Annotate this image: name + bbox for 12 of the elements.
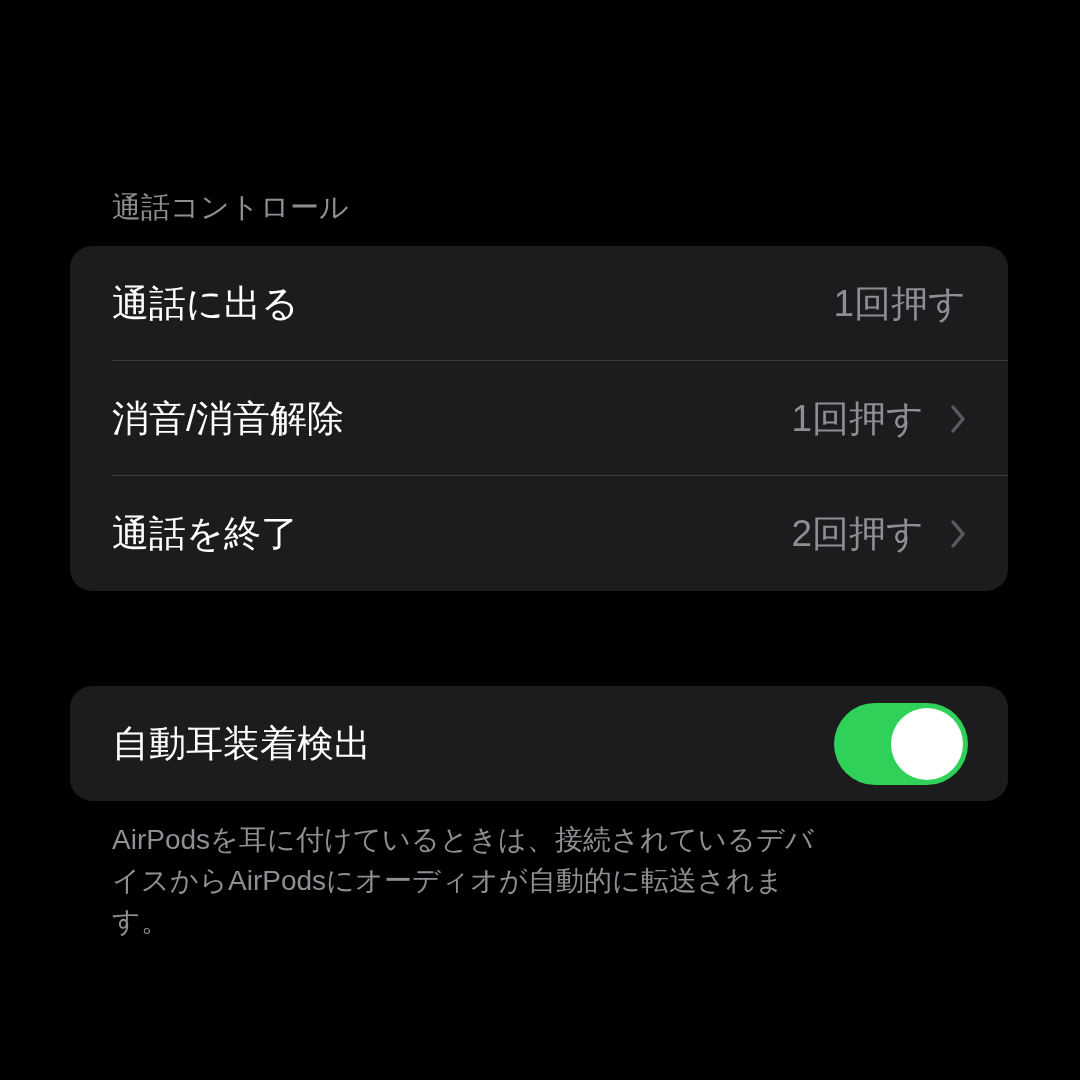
setting-label: 消音/消音解除 [112,396,346,441]
setting-label: 自動耳装着検出 [112,721,372,766]
footnote-text: AirPodsを耳に付けているときは、接続されているデバイスからAirPodsにオーディオが自動的に転送されます。 [112,823,816,939]
section-header: 通話コントロール [112,190,350,225]
setting-row[interactable]: 通話に出る 1回押す [70,246,1008,361]
setting-label: 通話を終了 [112,511,299,556]
setting-label: 通話に出る [112,281,300,326]
setting-row[interactable]: 消音/消音解除 1回押す [70,361,1008,476]
setting-row[interactable]: 通話を終了 2回押す [70,476,1008,591]
setting-value: 1回押す [833,281,966,326]
setting-value: 2回押す [791,511,924,556]
setting-value: 1回押す [791,396,924,441]
